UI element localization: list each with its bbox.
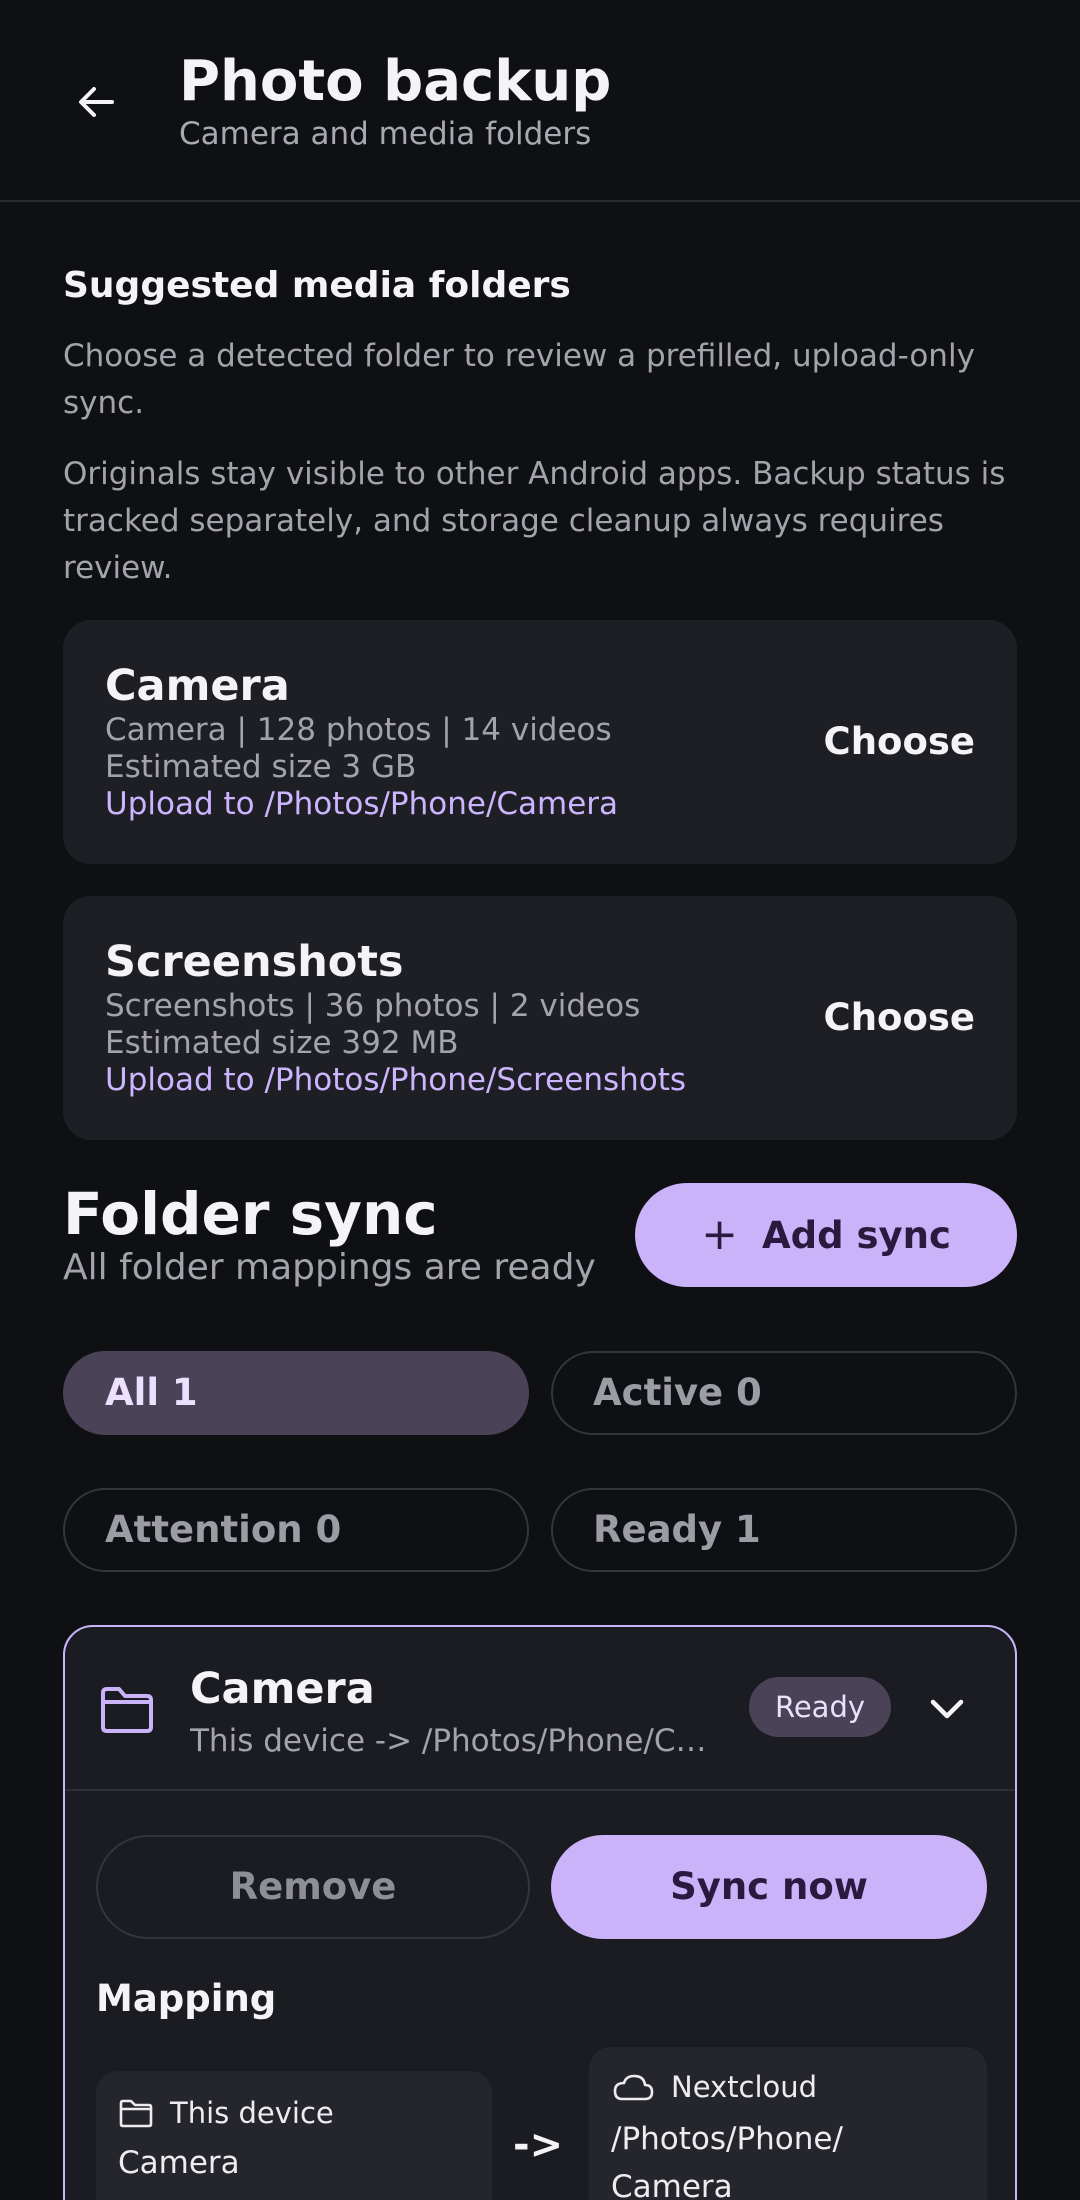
mapping-source-label: This device <box>170 2096 334 2130</box>
filter-chip-attention[interactable]: Attention 0 <box>63 1488 529 1572</box>
mapping-arrow: -> <box>513 2122 564 2168</box>
remove-button[interactable]: Remove <box>96 1835 530 1939</box>
mapping-source-value: Camera <box>118 2145 240 2181</box>
cloud-icon <box>613 2074 654 2101</box>
add-sync-button[interactable]: + Add sync <box>635 1183 1017 1287</box>
folder-sync-status: All folder mappings are ready <box>63 1247 596 1288</box>
sync-item-path: This device -> /Photos/Phone/Camera <box>190 1723 720 1759</box>
suggested-folders-heading: Suggested media folders <box>63 265 571 306</box>
arrow-back-icon <box>79 87 114 117</box>
folder-icon <box>99 1685 155 1735</box>
filter-chip-active[interactable]: Active 0 <box>551 1351 1017 1435</box>
filter-chip-ready[interactable]: Ready 1 <box>551 1488 1017 1572</box>
chevron-down-icon <box>930 1699 964 1719</box>
sync-item-header[interactable]: Camera This device -> /Photos/Phone/Came… <box>65 1627 1015 1791</box>
sync-item-card: Camera This device -> /Photos/Phone/Came… <box>63 1625 1017 2200</box>
plus-icon: + <box>701 1209 738 1260</box>
sync-now-button[interactable]: Sync now <box>551 1835 987 1939</box>
mapping-destination-value: /Photos/Phone/ Camera <box>611 2121 843 2200</box>
sync-item-name: Camera <box>190 1664 375 1714</box>
media-folder-card-screenshots: Screenshots Screenshots | 36 photos | 2 … <box>63 896 1017 1140</box>
page-title: Photo backup <box>179 49 612 114</box>
suggested-description: Choose a detected folder to review a pre… <box>63 338 975 421</box>
expand-button[interactable] <box>921 1683 973 1735</box>
media-folder-size: Estimated size 3 GB <box>105 749 417 785</box>
app-bar: Photo backup Camera and media folders <box>0 0 1080 202</box>
media-folder-card-camera: Camera Camera | 128 photos | 14 videos E… <box>63 620 1017 864</box>
suggested-note: Originals stay visible to other Android … <box>63 456 1006 586</box>
status-badge: Ready <box>749 1677 891 1737</box>
media-folder-name: Camera <box>105 661 290 711</box>
mapping-source: This device Camera <box>96 2071 492 2200</box>
mapping-destination: Nextcloud /Photos/Phone/ Camera <box>589 2047 987 2200</box>
media-folder-destination: Upload to /Photos/Phone/Screenshots <box>105 1062 687 1098</box>
mapping-heading: Mapping <box>96 1977 277 2020</box>
back-button[interactable] <box>60 66 132 138</box>
page-subtitle: Camera and media folders <box>179 116 592 152</box>
media-folder-summary: Screenshots | 36 photos | 2 videos <box>105 988 641 1024</box>
mapping-destination-label-row: Nextcloud <box>611 2067 817 2107</box>
folder-icon <box>119 2099 153 2128</box>
folder-sync-heading: Folder sync <box>63 1180 438 1248</box>
mapping-source-label-row: This device <box>118 2093 334 2133</box>
choose-screenshots-button[interactable]: Choose <box>824 986 975 1050</box>
choose-camera-button[interactable]: Choose <box>824 710 975 774</box>
mapping-destination-label: Nextcloud <box>671 2070 818 2104</box>
media-folder-name: Screenshots <box>105 937 404 987</box>
media-folder-destination: Upload to /Photos/Phone/Camera <box>105 786 619 822</box>
media-folder-summary: Camera | 128 photos | 14 videos <box>105 712 612 748</box>
media-folder-size: Estimated size 392 MB <box>105 1025 459 1061</box>
add-sync-label: Add sync <box>761 1213 951 1257</box>
filter-chip-all[interactable]: All 1 <box>63 1351 529 1435</box>
